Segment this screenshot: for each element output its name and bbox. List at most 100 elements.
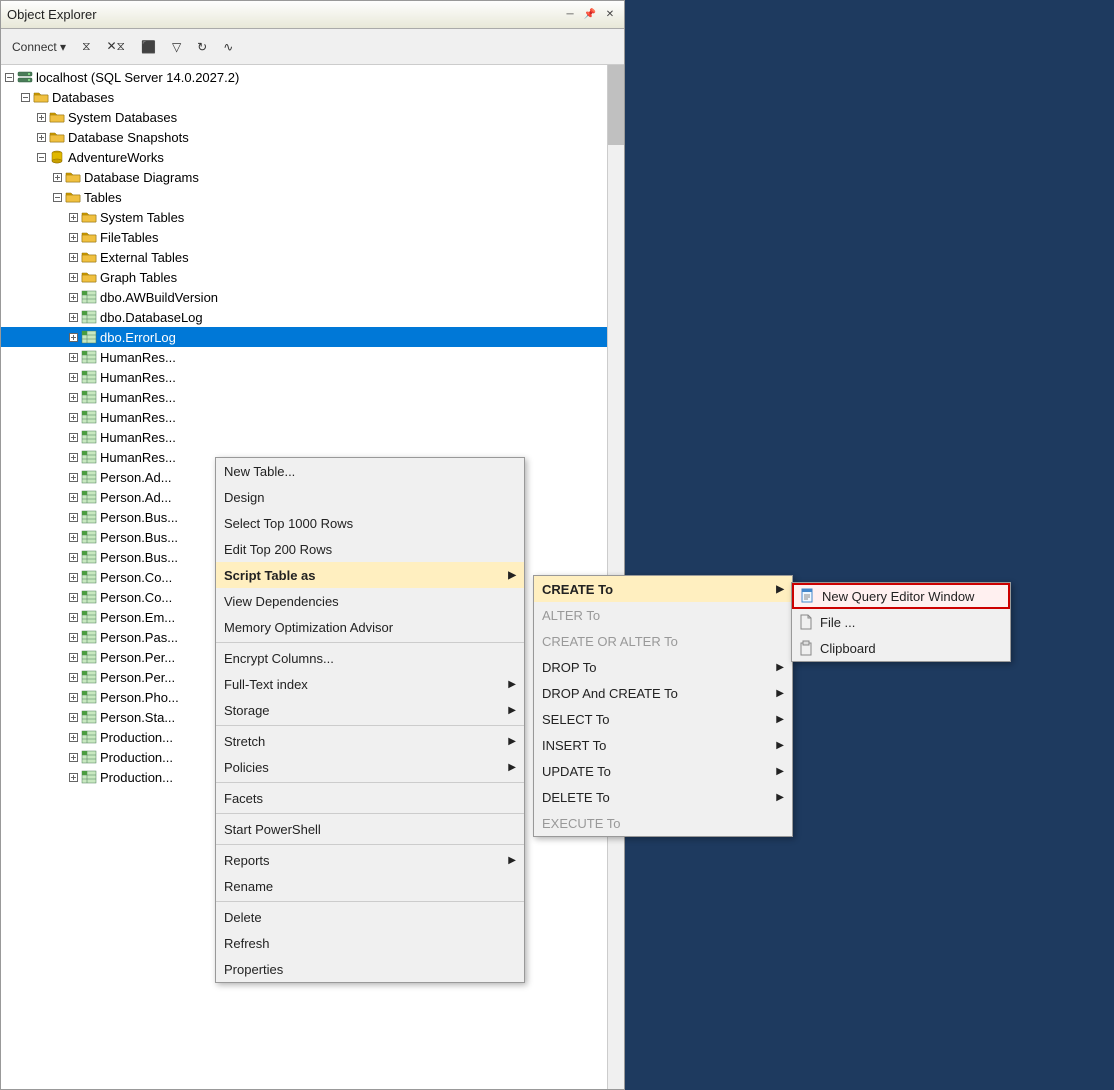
menu-item-reports[interactable]: Reports▶ [216, 847, 524, 873]
menu-item-clipboard[interactable]: Clipboard [792, 635, 1010, 661]
menu-item-create-to[interactable]: CREATE To▶ [534, 576, 792, 602]
menu-item-select-to[interactable]: SELECT To▶ [534, 706, 792, 732]
refresh-button[interactable]: ↻ [190, 36, 214, 58]
tree-expander[interactable] [33, 149, 49, 165]
tree-item[interactable]: Database Diagrams [1, 167, 607, 187]
menu-item-delete[interactable]: Delete [216, 904, 524, 930]
menu-item-encrypt[interactable]: Encrypt Columns... [216, 645, 524, 671]
menu-item-new-query-editor[interactable]: New Query Editor Window [792, 583, 1010, 609]
tree-expander[interactable] [65, 549, 81, 565]
tree-item[interactable]: Graph Tables [1, 267, 607, 287]
tree-expander[interactable] [17, 89, 33, 105]
tree-item[interactable]: Database Snapshots [1, 127, 607, 147]
menu-item-update-to[interactable]: UPDATE To▶ [534, 758, 792, 784]
menu-item-storage[interactable]: Storage▶ [216, 697, 524, 723]
menu-item-memory-opt[interactable]: Memory Optimization Advisor [216, 614, 524, 640]
menu-item-design[interactable]: Design [216, 484, 524, 510]
tree-expander[interactable] [65, 469, 81, 485]
funnel-button[interactable]: ▽ [165, 36, 188, 58]
menu-item-new-table[interactable]: New Table... [216, 458, 524, 484]
tree-expander[interactable] [65, 349, 81, 365]
tree-item[interactable]: dbo.DatabaseLog [1, 307, 607, 327]
menu-item-view-deps[interactable]: View Dependencies [216, 588, 524, 614]
tree-expander[interactable] [65, 709, 81, 725]
tree-expander[interactable] [65, 669, 81, 685]
minimize-btn[interactable]: ─ [562, 7, 578, 23]
tree-item[interactable]: AdventureWorks [1, 147, 607, 167]
tree-expander[interactable] [49, 169, 65, 185]
close-btn[interactable]: ✕ [602, 7, 618, 23]
tree-expander[interactable] [65, 589, 81, 605]
tree-expander[interactable] [65, 309, 81, 325]
pin-btn[interactable]: 📌 [582, 7, 598, 23]
menu-item-facets[interactable]: Facets [216, 785, 524, 811]
tree-expander[interactable] [65, 509, 81, 525]
stop-button[interactable]: ⬛ [134, 36, 163, 58]
tree-item[interactable]: HumanRes... [1, 367, 607, 387]
menu-item-policies[interactable]: Policies▶ [216, 754, 524, 780]
tree-expander[interactable] [65, 209, 81, 225]
tree-expander[interactable] [65, 409, 81, 425]
tree-expander[interactable] [65, 249, 81, 265]
menu-item-properties[interactable]: Properties [216, 956, 524, 982]
tree-expander[interactable] [65, 269, 81, 285]
menu-item-full-text[interactable]: Full-Text index▶ [216, 671, 524, 697]
tree-expander[interactable] [65, 369, 81, 385]
tree-expander[interactable] [33, 109, 49, 125]
scrollbar-thumb[interactable] [608, 65, 624, 145]
filter-button[interactable]: ⧖ [75, 35, 97, 58]
tree-expander[interactable] [65, 749, 81, 765]
tree-expander[interactable] [65, 389, 81, 405]
tree-label: dbo.AWBuildVersion [100, 290, 218, 305]
menu-separator [216, 642, 524, 643]
tree-item[interactable]: HumanRes... [1, 407, 607, 427]
tree-expander[interactable] [65, 289, 81, 305]
tree-expander[interactable] [65, 429, 81, 445]
tree-expander[interactable] [65, 689, 81, 705]
tree-expander[interactable] [65, 529, 81, 545]
activity-button[interactable]: ∿ [216, 36, 240, 58]
menu-item-drop-to[interactable]: DROP To▶ [534, 654, 792, 680]
tree-expander[interactable] [65, 649, 81, 665]
tree-item[interactable]: System Tables [1, 207, 607, 227]
menu-item-insert-to[interactable]: INSERT To▶ [534, 732, 792, 758]
tree-expander[interactable] [33, 129, 49, 145]
tree-item[interactable]: FileTables [1, 227, 607, 247]
menu-item-delete-to[interactable]: DELETE To▶ [534, 784, 792, 810]
tree-expander[interactable] [65, 329, 81, 345]
tree-expander[interactable] [65, 609, 81, 625]
tree-item[interactable]: HumanRes... [1, 387, 607, 407]
tree-item[interactable]: External Tables [1, 247, 607, 267]
filter2-icon: ✕⧖ [107, 39, 125, 54]
tree-item[interactable]: HumanRes... [1, 347, 607, 367]
tree-expander[interactable] [65, 629, 81, 645]
menu-item-file[interactable]: File ... [792, 609, 1010, 635]
tree-item[interactable]: dbo.ErrorLog [1, 327, 607, 347]
menu-item-stretch[interactable]: Stretch▶ [216, 728, 524, 754]
tree-item[interactable]: System Databases [1, 107, 607, 127]
tree-expander[interactable] [65, 729, 81, 745]
tree-item[interactable]: localhost (SQL Server 14.0.2027.2) [1, 67, 607, 87]
menu-item-start-ps[interactable]: Start PowerShell [216, 816, 524, 842]
menu-item-rename[interactable]: Rename [216, 873, 524, 899]
tree-item[interactable]: HumanRes... [1, 427, 607, 447]
tree-expander[interactable] [65, 489, 81, 505]
table-icon [81, 469, 97, 485]
menu-item-refresh[interactable]: Refresh [216, 930, 524, 956]
connect-button[interactable]: Connect ▾ [5, 36, 73, 58]
filter2-button[interactable]: ✕⧖ [100, 35, 132, 58]
menu-item-edit-top[interactable]: Edit Top 200 Rows [216, 536, 524, 562]
menu-item-select-top[interactable]: Select Top 1000 Rows [216, 510, 524, 536]
tree-item[interactable]: Databases [1, 87, 607, 107]
tree-expander[interactable] [65, 569, 81, 585]
tree-expander[interactable] [1, 69, 17, 85]
tree-expander[interactable] [65, 229, 81, 245]
tree-item[interactable]: Tables [1, 187, 607, 207]
menu-item-script-table[interactable]: Script Table as▶ [216, 562, 524, 588]
menu-item-drop-create[interactable]: DROP And CREATE To▶ [534, 680, 792, 706]
tree-item[interactable]: dbo.AWBuildVersion [1, 287, 607, 307]
tree-expander[interactable] [65, 769, 81, 785]
tree-expander[interactable] [65, 449, 81, 465]
menu-item-label: Delete [224, 910, 262, 925]
tree-expander[interactable] [49, 189, 65, 205]
